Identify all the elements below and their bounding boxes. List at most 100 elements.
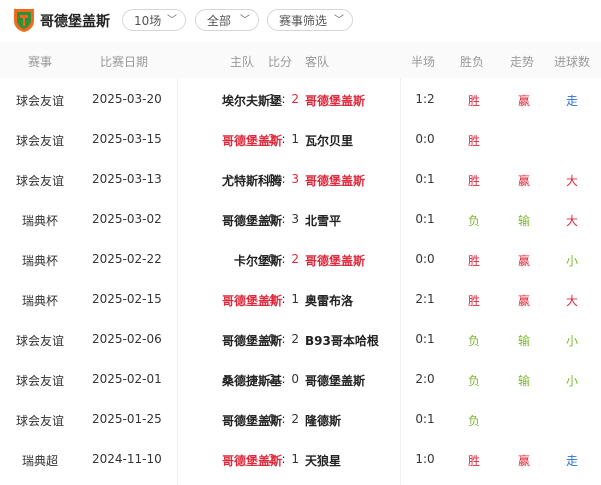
table-row[interactable]: 球会友谊 2025-03-15 哥德堡盖斯 2 : 1 瓦尔贝里 0:0 胜 (0, 120, 601, 160)
goals-badge: 小 (565, 334, 578, 348)
away-score: 2 (291, 92, 300, 106)
goals-badge: 大 (565, 214, 578, 228)
table-row[interactable]: 瑞典超 2024-11-10 哥德堡盖斯 2 : 1 天狼星 1:0 胜赢走 (0, 440, 601, 480)
scope-dropdown[interactable]: 全部 ﹀ (195, 9, 259, 31)
event-name[interactable]: 瑞典杯 (8, 252, 72, 269)
match-count-dropdown[interactable]: 10场 ﹀ (122, 9, 186, 31)
away-team[interactable]: 奥雷布洛 (305, 292, 353, 309)
half-time-score: 2:0 (415, 372, 435, 386)
match-score: 1 : 2 (266, 92, 302, 106)
away-team[interactable]: 哥德堡盖斯 (305, 92, 365, 109)
away-team[interactable]: 瓦尔贝里 (305, 132, 353, 149)
col-result: 胜负 (460, 55, 485, 69)
goals-badge: 大 (565, 174, 578, 188)
col-score: 比分 (268, 55, 293, 69)
score-separator: : (276, 132, 292, 146)
half-time-score: 0:1 (415, 212, 435, 226)
team-header: 哥德堡盖斯 10场 ﹀ 全部 ﹀ 赛事筛选 ﹀ (0, 0, 601, 42)
goals-badge: 大 (565, 294, 578, 308)
event-name[interactable]: 球会友谊 (8, 412, 72, 429)
event-name[interactable]: 球会友谊 (8, 332, 72, 349)
away-team[interactable]: 哥德堡盖斯 (305, 372, 365, 389)
score-separator: : (276, 332, 292, 346)
event-name[interactable]: 球会友谊 (8, 172, 72, 189)
table-row[interactable]: 瑞典杯 2025-03-02 哥德堡盖斯 0 : 3 北雪平 0:1 负输大 (0, 200, 601, 240)
away-team[interactable]: 哥德堡盖斯 (305, 172, 365, 189)
goals-badge: 小 (565, 374, 578, 388)
match-date: 2025-03-20 (92, 92, 162, 106)
match-date: 2025-02-22 (92, 252, 162, 266)
col-date: 比赛日期 (100, 55, 149, 69)
table-row[interactable]: 球会友谊 2025-01-25 哥德堡盖斯 0 : 2 隆德斯 0:1 负 (0, 400, 601, 440)
col-trend: 走势 (510, 55, 535, 69)
trend-badge: 赢 (517, 454, 530, 468)
result-badge: 胜 (467, 174, 480, 188)
trend-badge: 赢 (517, 254, 530, 268)
score-separator: : (276, 212, 292, 226)
away-score: 2 (291, 332, 300, 346)
match-date: 2024-11-10 (92, 452, 162, 466)
result-badge: 胜 (467, 134, 480, 148)
half-time-score: 0:1 (415, 412, 435, 426)
event-name[interactable]: 球会友谊 (8, 132, 72, 149)
match-date: 2025-03-13 (92, 172, 162, 186)
match-score: 2 : 0 (266, 372, 302, 386)
score-separator: : (276, 292, 292, 306)
score-separator: : (276, 172, 292, 186)
away-score: 0 (291, 372, 300, 386)
event-name[interactable]: 球会友谊 (8, 92, 72, 109)
score-separator: : (276, 452, 292, 466)
trend-badge: 输 (517, 334, 530, 348)
result-badge: 负 (467, 374, 480, 388)
home-score: 2 (268, 372, 277, 386)
event-filter-dropdown[interactable]: 赛事筛选 ﹀ (267, 9, 353, 31)
home-score: 0 (268, 412, 277, 426)
col-event: 赛事 (28, 55, 53, 69)
table-row[interactable]: 球会友谊 2025-03-20 埃尔夫斯堡 1 : 2 哥德堡盖斯 1:2 胜赢走 (0, 80, 601, 120)
half-time-score: 0:1 (415, 172, 435, 186)
match-score: 2 : 1 (266, 452, 302, 466)
away-score: 1 (291, 452, 300, 466)
trend-badge: 输 (517, 214, 530, 228)
home-score: 0 (268, 172, 277, 186)
table-row[interactable]: 球会友谊 2025-02-06 哥德堡盖斯 0 : 2 B93哥本哈根 0:1 负输小 (0, 320, 601, 360)
table-row[interactable]: 瑞典杯 2025-02-15 哥德堡盖斯 4 : 1 奥雷布洛 2:1 胜赢大 (0, 280, 601, 320)
team-name: 哥德堡盖斯 (40, 14, 110, 30)
table-header: 赛事 比赛日期 主队 比分 客队 半场 胜负 走势 进球数 (0, 42, 601, 78)
result-badge: 胜 (467, 294, 480, 308)
table-row[interactable]: 球会友谊 2025-02-01 桑德捷斯基 2 : 0 哥德堡盖斯 2:0 负输小 (0, 360, 601, 400)
match-score: 0 : 2 (266, 412, 302, 426)
away-score: 3 (291, 212, 300, 226)
event-name[interactable]: 瑞典杯 (8, 292, 72, 309)
event-name[interactable]: 瑞典超 (8, 452, 72, 469)
goals-badge: 走 (565, 454, 578, 468)
half-time-score: 0:0 (415, 252, 435, 266)
match-score: 0 : 2 (266, 252, 302, 266)
score-separator: : (276, 412, 292, 426)
away-team[interactable]: 隆德斯 (305, 412, 341, 429)
match-score: 2 : 1 (266, 132, 302, 146)
table-row[interactable]: 球会友谊 2025-03-13 尤特斯科腾 0 : 3 哥德堡盖斯 0:1 胜赢大 (0, 160, 601, 200)
away-team[interactable]: 哥德堡盖斯 (305, 252, 365, 269)
away-team[interactable]: 天狼星 (305, 452, 341, 469)
half-time-score: 0:1 (415, 332, 435, 346)
table-row[interactable]: 瑞典杯 2025-02-22 卡尔堡斯 0 : 2 哥德堡盖斯 0:0 胜赢小 (0, 240, 601, 280)
result-badge: 负 (467, 414, 480, 428)
home-score: 1 (268, 92, 277, 106)
trend-badge: 赢 (517, 174, 530, 188)
match-score: 0 : 2 (266, 332, 302, 346)
match-date: 2025-02-01 (92, 372, 162, 386)
event-name[interactable]: 瑞典杯 (8, 212, 72, 229)
result-badge: 胜 (467, 254, 480, 268)
away-team[interactable]: 北雪平 (305, 212, 341, 229)
result-badge: 负 (467, 214, 480, 228)
team-logo-icon (14, 9, 34, 32)
event-name[interactable]: 球会友谊 (8, 372, 72, 389)
away-team[interactable]: B93哥本哈根 (305, 332, 379, 349)
match-score: 0 : 3 (266, 212, 302, 226)
home-score: 4 (268, 292, 277, 306)
chevron-down-icon: ﹀ (167, 15, 177, 26)
away-score: 2 (291, 412, 300, 426)
col-half: 半场 (411, 55, 436, 69)
home-score: 0 (268, 332, 277, 346)
